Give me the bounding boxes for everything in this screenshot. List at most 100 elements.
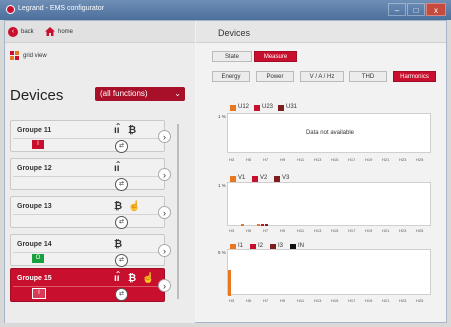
x-tick-label: H9 [280,157,286,162]
chart-3-plot [227,249,431,296]
device-card-groupe-12[interactable]: Groupe 12 ıı̂ ⇄ [10,158,165,191]
maximize-button[interactable]: □ [407,3,425,16]
no-data-message: Data not available [305,130,355,136]
device-list-scrollbar[interactable] [177,124,179,299]
close-button[interactable]: x [426,3,446,16]
status-badge: I [32,288,46,299]
x-tick-label: H11 [297,157,305,162]
card-divider [13,252,162,253]
open-device-arrow-button[interactable]: › [158,168,171,181]
card-divider [13,286,162,287]
x-tick-label: H25 [416,228,424,233]
grid-view-icon[interactable] [10,51,19,60]
plug-icon: ⇄ [115,288,128,301]
device-card-groupe-11[interactable]: Groupe 11 ıı̂ ₿ I ⇄ [10,120,165,153]
chart-1-y-max: 1 % [218,114,226,119]
device-name: Groupe 15 [17,275,52,282]
x-tick-label: H5 [246,298,252,303]
window-title-bar: Legrand - EMS configurator – □ x [0,0,451,20]
minimize-button[interactable]: – [388,3,406,16]
hand-pointer-icon: ☝ [128,201,141,212]
back-icon[interactable]: ‹ [8,27,18,37]
function-filter-value: (all functions) [100,89,148,98]
device-name: Groupe 11 [17,127,52,134]
x-tick-label: H21 [382,228,390,233]
tab-harmonics[interactable]: Harmonics [393,71,436,82]
device-name: Groupe 14 [17,241,52,248]
breaker-icon: ₿ [114,201,123,212]
x-tick-label: H13 [314,228,322,233]
x-tick-label: H23 [399,298,407,303]
right-title: Devices [218,28,251,38]
legend-v1: V1 [238,175,246,181]
plug-icon: ⇄ [115,140,128,153]
breaker-icon: ₿ [128,273,137,284]
card-divider [13,214,162,215]
breaker-icon: ₿ [114,239,123,250]
left-title: Devices [10,87,64,104]
x-tick-label: H23 [399,228,407,233]
chart-3-x-axis: H3 H5 H7 H9 H11 H13 H15 H17 H19 H21 H23 H25 [227,298,431,304]
bar-h7-v2 [261,224,264,226]
x-tick-label: H17 [348,228,356,233]
x-tick-label: H3 [229,298,235,303]
window-title: Legrand - EMS configurator [18,5,104,12]
legend-u12: U12 [238,104,250,110]
x-tick-label: H15 [331,157,339,162]
x-tick-label: H7 [263,228,269,233]
x-tick-label: H21 [382,157,390,162]
open-device-arrow-button[interactable]: › [158,130,171,143]
legend-swatch-u31 [278,105,284,111]
status-badge: I [32,140,44,149]
legend-swatch-u23 [254,105,260,111]
tab-measure[interactable]: Measure [254,51,297,62]
home-button[interactable]: home [58,29,73,35]
x-tick-label: H7 [263,298,269,303]
x-tick-label: H9 [280,298,286,303]
device-card-groupe-13[interactable]: Groupe 13 ₿ ☝ ⇄ [10,196,165,229]
tab-thd[interactable]: THD [349,71,387,82]
device-card-groupe-14[interactable]: Groupe 14 ₿ O ⇄ [10,234,165,267]
function-filter-select[interactable]: (all functions) ⌄ [95,87,185,101]
x-tick-label: H13 [314,157,322,162]
open-device-arrow-button[interactable]: › [158,279,171,292]
chart-2-y-max: 1 % [218,183,226,188]
x-tick-label: H15 [331,298,339,303]
x-tick-label: H17 [348,157,356,162]
x-tick-label: H23 [399,157,407,162]
plug-icon: ⇄ [115,254,128,267]
device-card-groupe-15[interactable]: Groupe 15 ıı̂ ₿ ☝ I ⇄ [10,268,165,302]
grid-view-button[interactable]: grid view [23,53,47,59]
device-name: Groupe 13 [17,203,52,210]
legend-swatch-u12 [230,105,236,111]
x-tick-label: H19 [365,228,373,233]
meter-icon: ıı̂ [114,125,120,136]
bar-h7-v3 [265,224,268,226]
x-tick-label: H3 [229,228,235,233]
chart-3-y-max: 5 % [218,250,226,255]
x-tick-label: H5 [246,228,252,233]
bar-h3-i1 [228,270,231,296]
chart-2-x-axis: H3 H5 H7 H9 H11 H13 H15 H17 H19 H21 H23 H25 [227,228,431,234]
x-tick-label: H15 [331,228,339,233]
tab-energy[interactable]: Energy [212,71,250,82]
x-tick-label: H9 [280,228,286,233]
x-tick-label: H13 [314,298,322,303]
hand-pointer-icon: ☝ [142,273,155,284]
x-tick-label: H19 [365,298,373,303]
device-name: Groupe 12 [17,165,52,172]
home-icon[interactable] [44,26,56,37]
x-tick-label: H3 [229,157,235,162]
bar-h5-v1 [241,224,244,226]
back-button[interactable]: back [21,29,34,35]
open-device-arrow-button[interactable]: › [158,206,171,219]
meter-icon: ıı̂ [114,273,120,284]
open-device-arrow-button[interactable]: › [158,244,171,257]
tab-power[interactable]: Power [256,71,294,82]
tab-v-a-hz[interactable]: V / A / Hz [300,71,344,82]
card-divider [13,176,162,177]
x-tick-label: H11 [297,298,305,303]
x-tick-label: H21 [382,298,390,303]
chart-1-plot: Data not available [227,113,431,153]
tab-state[interactable]: State [212,51,252,62]
